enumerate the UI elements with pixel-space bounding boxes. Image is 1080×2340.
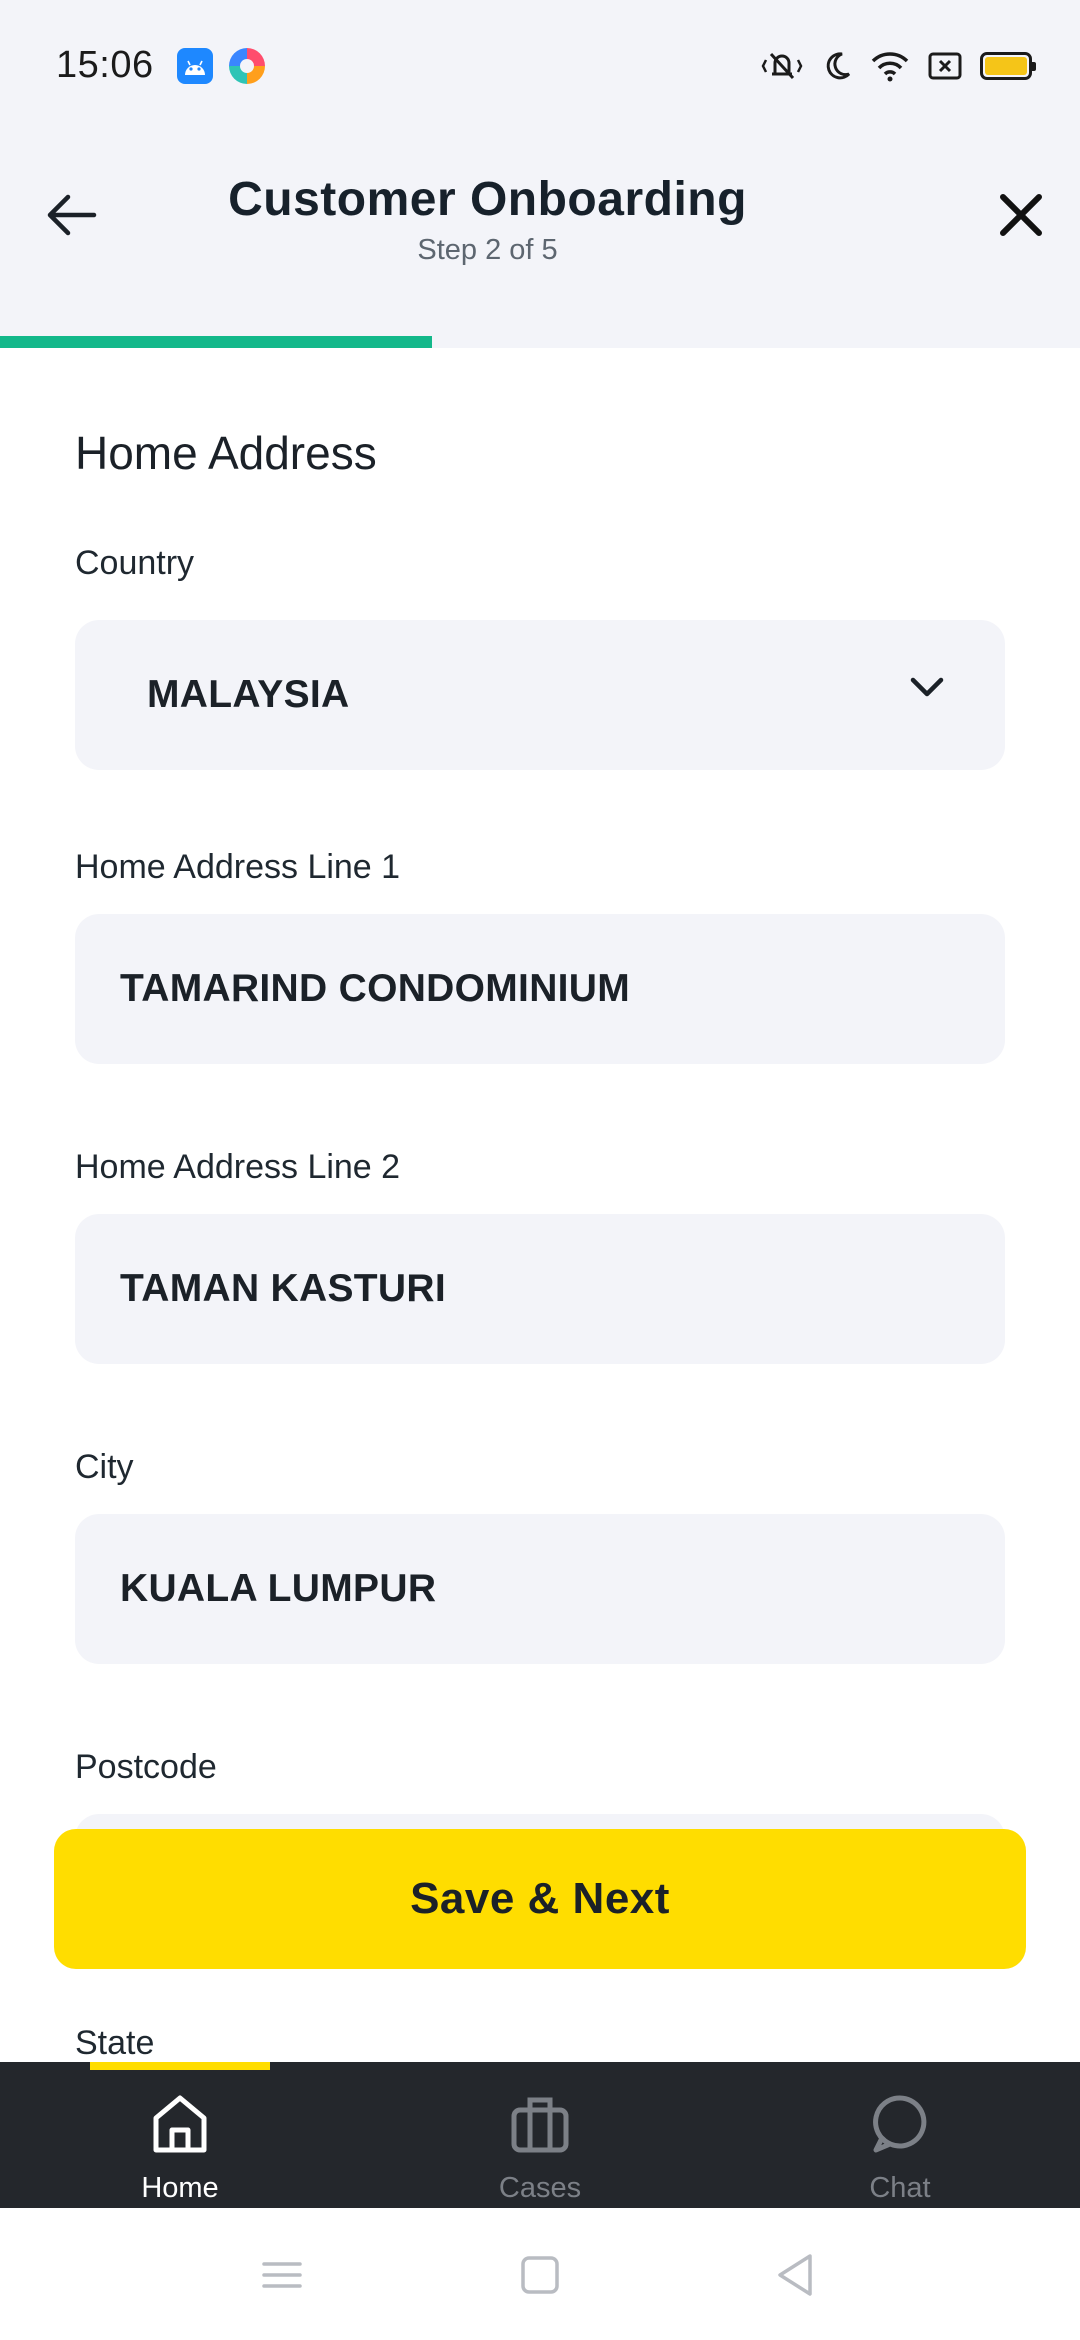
- address-line-2-label: Home Address Line 2: [75, 1148, 401, 1186]
- chat-bubble-icon: [873, 2095, 927, 2153]
- browser-app-icon: [229, 48, 265, 84]
- bottom-nav: Home Cases Chat: [0, 2062, 1080, 2208]
- country-value: MALAYSIA: [147, 673, 350, 716]
- close-icon: [1000, 194, 1042, 236]
- chevron-down-icon: [910, 677, 944, 697]
- nav-label-home: Home: [141, 2172, 219, 2204]
- close-button[interactable]: [986, 180, 1056, 250]
- page-title: Customer Onboarding: [228, 173, 747, 226]
- menu-icon[interactable]: [257, 2250, 307, 2300]
- postcode-label: Postcode: [75, 1748, 217, 1786]
- home-icon: [153, 2095, 207, 2153]
- screen: 15:06 Customer Onboarding Step 2 of 5 Ho…: [0, 0, 1080, 2340]
- address-line-1-label: Home Address Line 1: [75, 848, 401, 886]
- status-time: 15:06: [56, 44, 154, 86]
- country-label: Country: [75, 544, 195, 582]
- step-indicator: Step 2 of 5: [417, 234, 558, 266]
- address-line-2-value: TAMAN KASTURI: [120, 1267, 446, 1310]
- nav-item-home[interactable]: Home: [0, 2062, 360, 2208]
- system-nav-bar: [0, 2208, 1080, 2340]
- nav-label-chat: Chat: [869, 2172, 931, 2204]
- progress-bar: [0, 336, 1080, 348]
- battery-icon: [980, 52, 1036, 80]
- country-select[interactable]: MALAYSIA: [75, 620, 1005, 770]
- briefcase-icon: [511, 2097, 569, 2153]
- nav-label-cases: Cases: [498, 2172, 582, 2204]
- back-triangle-icon[interactable]: [770, 2250, 820, 2300]
- home-square-icon[interactable]: [515, 2250, 565, 2300]
- vibrate-icon: [761, 52, 803, 80]
- status-bar: 15:06: [0, 0, 1080, 130]
- city-label: City: [75, 1448, 134, 1486]
- android-app-icon: [177, 48, 213, 84]
- save-next-label: Save & Next: [410, 1874, 670, 1923]
- section-title: Home Address: [75, 427, 377, 479]
- city-value: KUALA LUMPUR: [120, 1567, 437, 1610]
- address-line-1-input[interactable]: TAMARIND CONDOMINIUM: [75, 914, 1005, 1064]
- address-line-1-value: TAMARIND CONDOMINIUM: [120, 967, 631, 1010]
- nav-item-chat[interactable]: Chat: [720, 2062, 1080, 2208]
- moon-icon: [826, 52, 851, 80]
- sim-icon: [928, 52, 962, 80]
- nav-item-cases[interactable]: Cases: [360, 2062, 720, 2208]
- app-header: Customer Onboarding Step 2 of 5: [0, 150, 1080, 290]
- state-label: State: [75, 2024, 155, 2062]
- status-icons: [760, 46, 1036, 86]
- progress-bar-fill: [0, 336, 432, 348]
- save-next-button[interactable]: Save & Next: [54, 1829, 1026, 1969]
- wifi-icon: [871, 52, 909, 82]
- city-input[interactable]: KUALA LUMPUR: [75, 1514, 1005, 1664]
- address-line-2-input[interactable]: TAMAN KASTURI: [75, 1214, 1005, 1364]
